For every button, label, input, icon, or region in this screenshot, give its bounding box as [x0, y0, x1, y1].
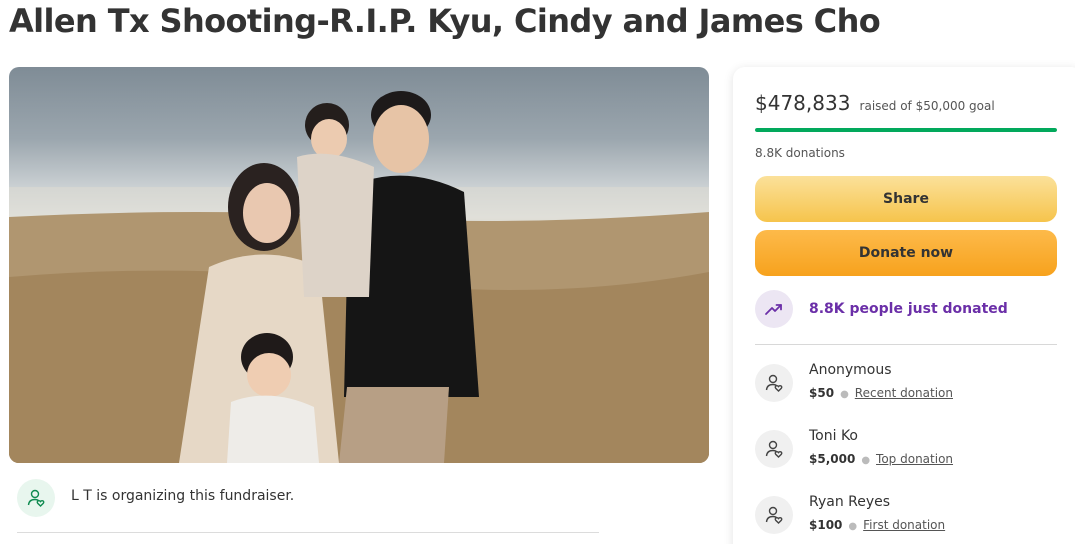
donor-tag-link[interactable]: Recent donation: [855, 386, 953, 400]
organizer-row: L T is organizing this fundraiser.: [17, 477, 599, 533]
donor-meta: $50 ● Recent donation: [809, 386, 953, 400]
progress-fill: [755, 128, 1057, 132]
separator-dot: ●: [861, 455, 871, 466]
raised-amount: $478,833: [755, 91, 851, 115]
donor-tag-link[interactable]: First donation: [863, 518, 945, 532]
divider: [17, 532, 599, 533]
donor-avatar-icon: [755, 364, 793, 402]
trend-text: 8.8K people just donated: [809, 301, 1008, 317]
separator-dot: ●: [848, 521, 858, 532]
separator-dot: ●: [840, 389, 849, 400]
trending-up-icon: [755, 290, 793, 328]
page-title: Allen Tx Shooting-R.I.P. Kyu, Cindy and …: [9, 2, 881, 40]
donor-avatar-icon: [755, 496, 793, 534]
donation-card: $478,833 raised of $50,000 goal 8.8K don…: [733, 67, 1075, 544]
person-heart-icon: [17, 479, 55, 517]
progress-bar: [755, 128, 1057, 132]
donor-name: Anonymous: [809, 362, 892, 378]
recent-donations-trend[interactable]: 8.8K people just donated: [755, 290, 1057, 330]
donor-item: Ryan Reyes $100 ● First donation: [755, 494, 1057, 544]
fundraiser-hero-photo: [9, 67, 709, 463]
donation-count: 8.8K donations: [755, 146, 845, 160]
donor-item: Anonymous $50 ● Recent donation: [755, 362, 1057, 412]
raised-summary: $478,833 raised of $50,000 goal: [755, 91, 995, 115]
donor-amount: $50: [809, 386, 835, 400]
share-button[interactable]: Share: [755, 176, 1057, 222]
donor-amount: $100: [809, 518, 843, 532]
donor-amount: $5,000: [809, 452, 856, 466]
donor-name: Toni Ko: [809, 428, 858, 444]
donor-tag-link[interactable]: Top donation: [876, 452, 953, 466]
divider: [755, 344, 1057, 345]
organizer-text: L T is organizing this fundraiser.: [71, 488, 295, 504]
donor-meta: $100 ● First donation: [809, 518, 945, 532]
donor-avatar-icon: [755, 430, 793, 468]
donate-now-button[interactable]: Donate now: [755, 230, 1057, 276]
donor-item: Toni Ko $5,000 ● Top donation: [755, 428, 1057, 478]
family-photo-illustration: [9, 91, 709, 463]
donor-meta: $5,000 ● Top donation: [809, 452, 953, 466]
goal-text: raised of $50,000 goal: [859, 99, 995, 113]
donor-name: Ryan Reyes: [809, 494, 891, 510]
